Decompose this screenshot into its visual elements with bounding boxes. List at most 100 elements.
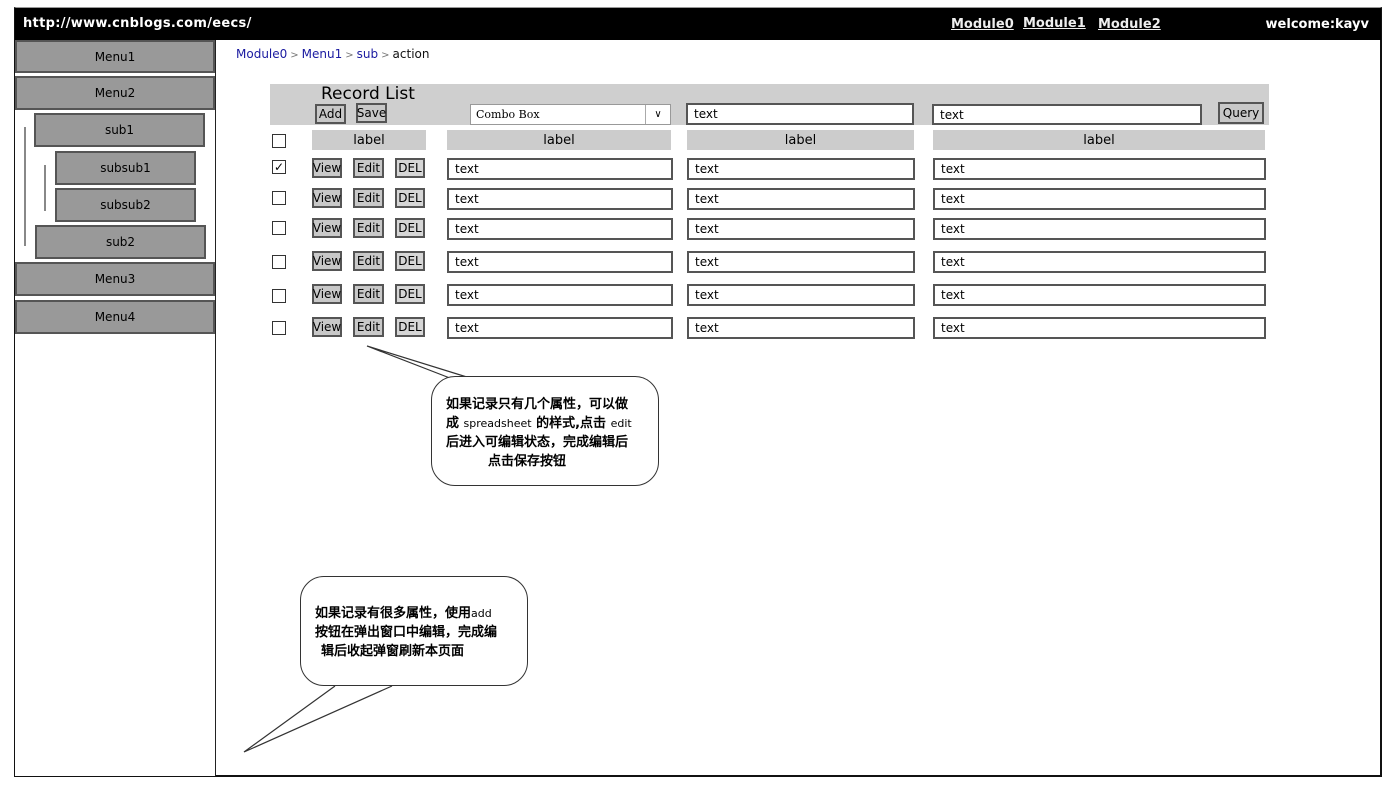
cell-input[interactable]: text [687,284,915,306]
nav-module1[interactable]: Module1 [1023,16,1086,31]
menu-label: subsub1 [100,161,151,175]
note-line: 如果记录有很多属性，使用add [315,604,527,623]
column-header-3: label [933,130,1265,150]
row-checkbox[interactable]: ✓ [272,160,286,174]
note-line: 按钮在弹出窗口中编辑，完成编 [315,625,498,640]
sidebar-item-menu1[interactable]: Menu1 [15,40,215,73]
breadcrumb-separator: > [345,50,354,61]
site-url: http://www.cnblogs.com/eecs/ [23,16,252,31]
view-button[interactable]: View [312,317,342,337]
add-button[interactable]: Add [315,104,346,124]
delete-button[interactable]: DEL [395,251,425,271]
combo-box[interactable]: Combo Box ∨ [470,104,671,125]
chevron-down-icon[interactable]: ∨ [645,105,670,124]
cell-input[interactable]: text [687,317,915,339]
query-button[interactable]: Query [1218,102,1264,124]
cell-input[interactable]: text [447,188,673,210]
menu-label: sub2 [105,235,136,249]
cell-input[interactable]: text [687,158,915,180]
view-button[interactable]: View [312,188,342,208]
row-checkbox[interactable] [272,191,286,205]
sidebar-item-subsub1[interactable]: subsub1 [55,151,196,185]
cell-input[interactable]: text [687,251,915,273]
note-text: add [471,607,492,620]
sidebar-item-menu4[interactable]: Menu4 [15,300,215,334]
note-text: 的样式,点击 [531,416,611,431]
cell-input[interactable]: text [933,284,1266,306]
sidebar-item-menu2[interactable]: Menu2 [15,76,215,110]
cell-input[interactable]: text [933,188,1266,210]
delete-button[interactable]: DEL [395,158,425,178]
breadcrumb-current: action [392,47,430,61]
breadcrumb-separator: > [290,50,299,61]
row-checkbox[interactable] [272,255,286,269]
menu-label: subsub2 [100,198,151,212]
breadcrumb-item[interactable]: sub [357,47,378,61]
menu-label: sub1 [104,123,135,137]
sidebar-item-subsub2[interactable]: subsub2 [55,188,196,222]
cell-input[interactable]: text [447,284,673,306]
select-all-checkbox[interactable] [272,134,286,148]
edit-button[interactable]: Edit [353,158,384,178]
combo-value: Combo Box [476,108,540,121]
sidebar-item-sub1[interactable]: sub1 [34,113,205,147]
tree-line [44,165,46,211]
note-line: 后进入可编辑状态，完成编辑后 [446,435,629,450]
note-text: edit [610,417,632,430]
edit-button[interactable]: Edit [353,218,384,238]
note-text: 如果记录有很多属性，使用 [315,606,472,621]
note-line: 辑后收起弹窗刷新本页面 [321,644,465,659]
note-text: spreadsheet [463,417,532,430]
cell-input[interactable]: text [687,218,915,240]
page-title: Record List [321,84,415,104]
callout-note-spreadsheet: 如果记录只有几个属性，可以做 成 spreadsheet 的样式,点击 edit… [431,376,659,486]
column-header-actions: label [312,130,426,150]
view-button[interactable]: View [312,158,342,178]
menu-label: Menu3 [94,272,136,286]
edit-button[interactable]: Edit [353,251,384,271]
nav-module2[interactable]: Module2 [1098,17,1161,32]
view-button[interactable]: View [312,218,342,238]
filter-input-2[interactable]: text [932,104,1202,125]
cell-input[interactable]: text [447,251,673,273]
row-checkbox[interactable] [272,221,286,235]
cell-input[interactable]: text [933,251,1266,273]
breadcrumb: Module0 > Menu1 > sub > action [236,47,429,61]
sidebar-item-menu3[interactable]: Menu3 [15,262,215,296]
callout-note-popup: 如果记录有很多属性，使用add 按钮在弹出窗口中编辑，完成编 辑后收起弹窗刷新本… [300,576,528,686]
note-line: 成 spreadsheet 的样式,点击 edit [446,414,658,433]
column-header-1: label [447,130,671,150]
cell-input[interactable]: text [447,317,673,339]
delete-button[interactable]: DEL [395,218,425,238]
save-button[interactable]: Save [356,103,387,123]
cell-input[interactable]: text [447,218,673,240]
cell-input[interactable]: text [447,158,673,180]
row-checkbox[interactable] [272,321,286,335]
sidebar-item-sub2[interactable]: sub2 [35,225,206,259]
cell-input[interactable]: text [933,218,1266,240]
top-bar: http://www.cnblogs.com/eecs/ Module0 Mod… [15,8,1381,40]
nav-module0[interactable]: Module0 [951,17,1014,32]
edit-button[interactable]: Edit [353,317,384,337]
cell-input[interactable]: text [933,317,1266,339]
edit-button[interactable]: Edit [353,284,384,304]
view-button[interactable]: View [312,284,342,304]
breadcrumb-separator: > [381,50,390,61]
delete-button[interactable]: DEL [395,317,425,337]
breadcrumb-item[interactable]: Module0 [236,47,287,61]
row-checkbox[interactable] [272,289,286,303]
delete-button[interactable]: DEL [395,284,425,304]
cell-input[interactable]: text [687,188,915,210]
note-line: 点击保存按钮 [488,454,567,469]
cell-input[interactable]: text [933,158,1266,180]
menu-label: Menu4 [94,310,136,324]
edit-button[interactable]: Edit [353,188,384,208]
delete-button[interactable]: DEL [395,188,425,208]
welcome-user: welcome:kayv [1265,17,1369,32]
menu-label: Menu2 [94,86,136,100]
menu-label: Menu1 [94,49,136,64]
note-line: 如果记录只有几个属性，可以做 [446,397,629,412]
breadcrumb-item[interactable]: Menu1 [302,47,343,61]
view-button[interactable]: View [312,251,342,271]
filter-input-1[interactable]: text [686,103,914,125]
